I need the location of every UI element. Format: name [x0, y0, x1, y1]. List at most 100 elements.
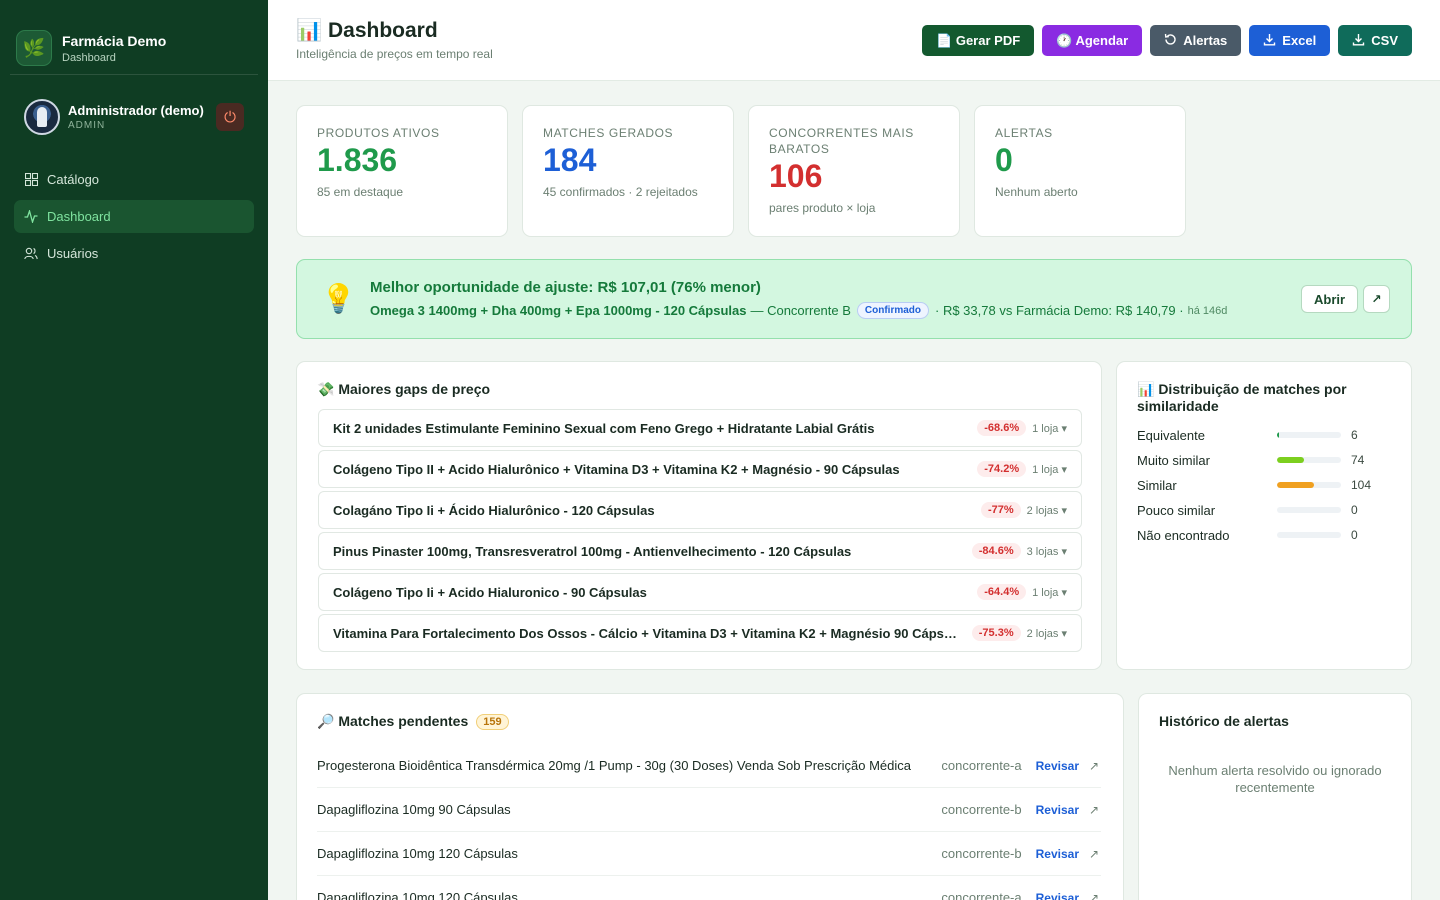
opportunity-product: Omega 3 1400mg + Dha 400mg + Epa 1000mg …	[370, 303, 747, 318]
gap-row[interactable]: Colágeno Tipo II + Acido Hialurônico + V…	[318, 450, 1082, 488]
power-icon[interactable]: ⏻	[216, 103, 244, 131]
stat-label: Concorrentes mais baratos	[769, 126, 914, 156]
stat-value: 184	[543, 142, 597, 178]
gap-stores-toggle[interactable]: 1 loja ▾	[1032, 463, 1067, 476]
distribution-value: 0	[1351, 528, 1358, 542]
schedule-button[interactable]: 🕐 Agendar	[1042, 25, 1143, 56]
alerts-history-card: Histórico de alertas Nenhum alerta resol…	[1138, 693, 1412, 900]
distribution-bar	[1277, 482, 1341, 488]
sidebar-item-label: Catálogo	[47, 172, 100, 187]
download-icon	[1263, 33, 1276, 49]
sidebar-item-usuarios[interactable]: Usuários	[14, 237, 254, 270]
distribution-value: 0	[1351, 503, 1358, 517]
avatar	[24, 99, 60, 135]
opportunity-title: Melhor oportunidade de ajuste: R$ 107,01…	[370, 279, 761, 296]
activity-icon	[24, 210, 38, 224]
csv-button-label: CSV	[1371, 33, 1398, 48]
empty-state-text: Nenhum alerta resolvido ou ignorado rece…	[1168, 763, 1382, 795]
distribution-bar	[1277, 507, 1341, 513]
external-link-icon[interactable]: ↗	[1089, 847, 1101, 861]
external-link-icon[interactable]: ↗	[1089, 891, 1101, 900]
pending-product-name: Progesterona Bioidêntica Transdérmica 20…	[317, 758, 911, 773]
csv-export-button[interactable]: CSV	[1338, 25, 1412, 56]
gap-stores-toggle[interactable]: 3 lojas ▾	[1027, 545, 1067, 558]
opportunity-competitor: — Concorrente B	[750, 303, 851, 318]
gap-stores-toggle[interactable]: 1 loja ▾	[1032, 422, 1067, 435]
gap-percent-badge: -84.6%	[971, 543, 1021, 559]
gap-row[interactable]: Colagáno Tipo Ii + Ácido Hialurônico - 1…	[318, 491, 1082, 529]
distribution-bar	[1277, 532, 1341, 538]
sidebar-item-label: Dashboard	[47, 209, 111, 224]
gap-row[interactable]: Vitamina Para Fortalecimento Dos Ossos -…	[318, 614, 1082, 652]
stat-note: 45 confirmados · 2 rejeitados	[543, 185, 698, 199]
stat-label: Produtos ativos	[317, 126, 440, 140]
open-button[interactable]: Abrir	[1301, 285, 1359, 313]
gap-stores-toggle[interactable]: 2 lojas ▾	[1027, 627, 1067, 640]
alerts-button[interactable]: Alertas	[1150, 25, 1242, 56]
sidebar-item-catalogo[interactable]: Catálogo	[14, 163, 254, 196]
review-link[interactable]: Revisar	[1036, 891, 1079, 900]
external-link-icon[interactable]: ↗	[1089, 803, 1101, 817]
distribution-label: Muito similar	[1137, 452, 1210, 468]
excel-button-label: Excel	[1282, 33, 1317, 48]
review-link[interactable]: Revisar	[1036, 803, 1079, 817]
stat-card-concorrentes: Concorrentes mais baratos 106 pares prod…	[748, 105, 960, 237]
excel-export-button[interactable]: Excel	[1249, 25, 1331, 56]
external-link-icon[interactable]: ↗	[1089, 759, 1101, 773]
generate-pdf-button[interactable]: 📄 Gerar PDF	[922, 25, 1035, 56]
stat-note: 85 em destaque	[317, 185, 404, 199]
gap-product-name: Kit 2 unidades Estimulante Feminino Sexu…	[333, 420, 875, 436]
external-link-icon[interactable]: ↗	[1363, 285, 1390, 313]
gap-row[interactable]: Colágeno Tipo Ii + Acido Hialuronico - 9…	[318, 573, 1082, 611]
pending-store: concorrente-a	[941, 890, 1022, 900]
pending-count-badge: 159	[476, 713, 509, 730]
sidebar-item-dashboard[interactable]: Dashboard	[14, 200, 254, 233]
distribution-label: Similar	[1137, 477, 1177, 493]
alerts-button-label: Alertas	[1183, 33, 1228, 48]
opportunity-banner: 💡 Melhor oportunidade de ajuste: R$ 107,…	[296, 259, 1412, 339]
card-title: Histórico de alertas	[1159, 713, 1289, 729]
gap-percent-badge: -64.4%	[977, 584, 1027, 600]
user-name: Administrador (demo)	[68, 103, 204, 118]
gap-row[interactable]: Pinus Pinaster 100mg, Transresveratrol 1…	[318, 532, 1082, 570]
card-title: 🔎 Matches pendentes	[317, 713, 469, 729]
distribution-row: Equivalente 6	[1137, 425, 1397, 445]
page-header: 📊 Dashboard Inteligência de preços em te…	[268, 0, 1440, 81]
pending-row: Dapagliflozina 10mg 120 Cápsulas concorr…	[317, 876, 1101, 900]
distribution-value: 74	[1351, 453, 1365, 467]
refresh-icon	[1164, 33, 1177, 49]
gap-product-name: Vitamina Para Fortalecimento Dos Ossos -…	[333, 625, 970, 641]
similarity-distribution-card: 📊 Distribuição de matches por similarida…	[1116, 361, 1412, 670]
stat-card-alertas: Alertas 0 Nenhum aberto	[974, 105, 1186, 237]
grid-icon	[24, 173, 38, 187]
opportunity-age: há 146d	[1187, 304, 1228, 317]
leaf-logo-icon: 🌿	[16, 30, 52, 66]
pending-product-name: Dapagliflozina 10mg 120 Cápsulas	[317, 890, 518, 900]
stat-card-matches: Matches gerados 184 45 confirmados · 2 r…	[522, 105, 734, 237]
gap-product-name: Pinus Pinaster 100mg, Transresveratrol 1…	[333, 543, 852, 559]
pending-store: concorrente-a	[941, 758, 1022, 773]
gap-row[interactable]: Kit 2 unidades Estimulante Feminino Sexu…	[318, 409, 1082, 447]
stat-value: 1.836	[317, 142, 398, 178]
review-link[interactable]: Revisar	[1036, 847, 1079, 861]
opportunity-prices: · R$ 33,78 vs Farmácia Demo: R$ 140,79 ·	[935, 303, 1184, 318]
gap-percent-badge: -77%	[980, 502, 1021, 518]
sidebar-item-label: Usuários	[47, 246, 99, 261]
gap-stores-toggle[interactable]: 1 loja ▾	[1032, 586, 1067, 599]
users-icon	[24, 247, 38, 261]
pending-product-name: Dapagliflozina 10mg 120 Cápsulas	[317, 846, 518, 861]
stat-value: 0	[995, 142, 1013, 178]
gap-stores-toggle[interactable]: 2 lojas ▾	[1027, 504, 1067, 517]
distribution-value: 6	[1351, 428, 1358, 442]
review-link[interactable]: Revisar	[1036, 759, 1079, 773]
distribution-bar-fill	[1277, 432, 1279, 438]
distribution-row: Não encontrado 0	[1137, 525, 1397, 545]
card-title: 📊 Distribuição de matches por similarida…	[1137, 381, 1347, 414]
gap-product-name: Colágeno Tipo II + Acido Hialurônico + V…	[333, 461, 900, 477]
gap-percent-badge: -68.6%	[977, 420, 1027, 436]
distribution-bar	[1277, 432, 1341, 438]
pending-matches-card: 🔎 Matches pendentes 159 Progesterona Bio…	[296, 693, 1124, 900]
distribution-label: Pouco similar	[1137, 502, 1216, 518]
distribution-row: Similar 104	[1137, 475, 1397, 495]
price-gaps-card: 💸 Maiores gaps de preço Kit 2 unidades E…	[296, 361, 1102, 670]
